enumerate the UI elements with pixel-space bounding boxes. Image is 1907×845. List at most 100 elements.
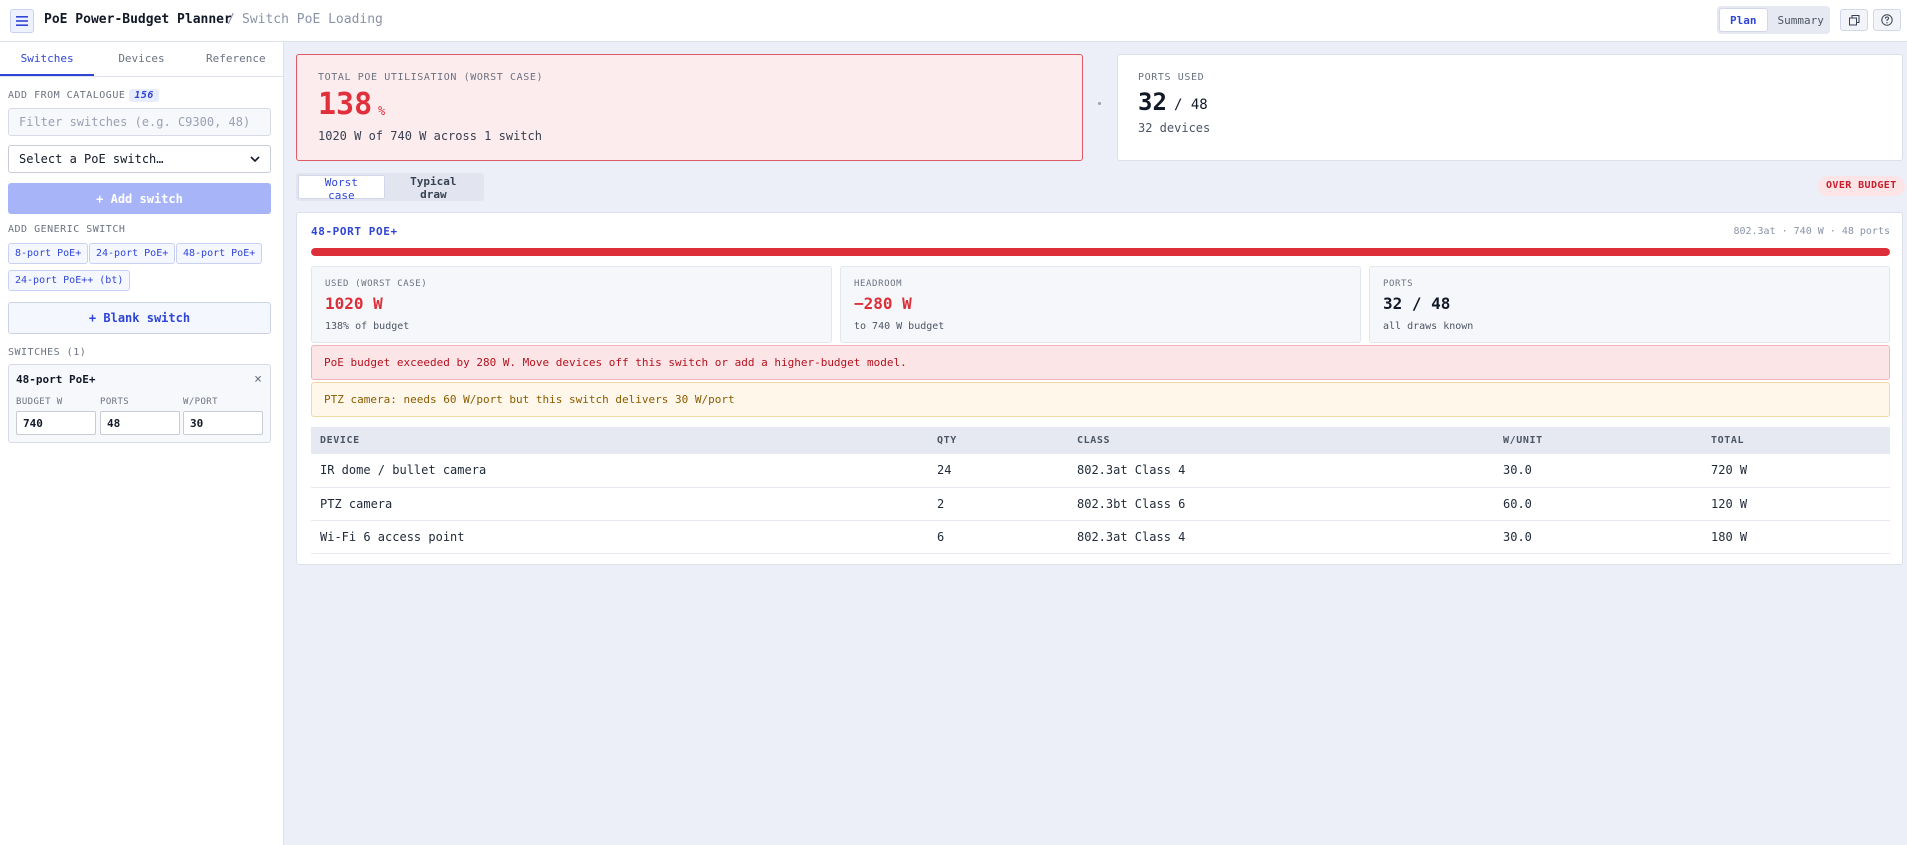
chevron-down-icon (250, 156, 260, 162)
switch-panel-title: 48-PORT POE+ (311, 225, 398, 238)
ports-used-card: PORTS USED 32 / 48 32 devices (1117, 54, 1903, 161)
divider-dot (1098, 102, 1101, 105)
add-switch-button[interactable]: + Add switch (8, 183, 271, 214)
headroom-stat-caption: HEADROOM (854, 279, 903, 289)
generic-switch-label: ADD GENERIC SWITCH (8, 224, 126, 235)
cell-total: 180 W (1702, 520, 1890, 554)
tab-devices[interactable]: Devices (94, 42, 188, 76)
header-w-unit[interactable]: W/UNIT (1494, 427, 1702, 454)
close-icon[interactable]: × (254, 372, 262, 387)
menu-button[interactable] (10, 9, 34, 33)
catalogue-label: ADD FROM CATALOGUE (8, 90, 126, 101)
utilisation-unit: % (378, 104, 386, 118)
copy-icon (1848, 14, 1859, 25)
generic-chip-24-port[interactable]: 24-port PoE+ (89, 243, 176, 264)
switch-select-value: Select a PoE switch… (19, 152, 164, 166)
headroom-stat-box: HEADROOM −280 W to 740 W budget (840, 266, 1361, 343)
ports-stat-caption: PORTS (1383, 279, 1414, 289)
breadcrumb-separator: / (227, 12, 235, 27)
help-icon (1881, 14, 1893, 26)
w-per-port-field-label: W/PORT (183, 397, 218, 407)
catalogue-section-label: ADD FROM CATALOGUE 156 (8, 89, 159, 102)
switch-card[interactable]: 48-port PoE+ × BUDGET W PORTS W/PORT (8, 364, 271, 443)
app-title: PoE Power-Budget Planner (44, 12, 232, 27)
utilisation-caption: TOTAL POE UTILISATION (WORST CASE) (318, 72, 544, 83)
ports-stat-value: 32 / 48 (1383, 294, 1451, 313)
ports-stat-sub: all draws known (1383, 321, 1474, 332)
plan-mode-button[interactable]: Plan (1719, 8, 1768, 32)
switch-filter-input[interactable] (8, 108, 271, 136)
summary-mode-button[interactable]: Summary (1768, 8, 1834, 32)
budget-field-label: BUDGET W (16, 397, 63, 407)
used-stat-sub: 138% of budget (325, 321, 410, 332)
utilisation-detail: 1020 W of 740 W across 1 switch (318, 129, 542, 143)
ptz-warning-alert: PTZ camera: needs 60 W/port but this swi… (311, 382, 1890, 417)
mode-switch: Plan Summary (1717, 6, 1830, 34)
ports-stat-box: PORTS 32 / 48 all draws known (1369, 266, 1890, 343)
cell-qty: 24 (928, 454, 1068, 488)
ports-caption: PORTS USED (1138, 72, 1205, 83)
table-row[interactable]: PTZ camera 2 802.3bt Class 6 60.0 120 W (311, 487, 1890, 521)
hamburger-icon (16, 16, 28, 26)
budget-error-alert: PoE budget exceeded by 280 W. Move devic… (311, 345, 1890, 380)
help-button[interactable] (1873, 9, 1901, 31)
typical-draw-view-button[interactable]: Typical draw (385, 175, 482, 201)
header-total[interactable]: TOTAL (1702, 427, 1890, 454)
table-header-row: DEVICE QTY CLASS W/UNIT TOTAL (311, 427, 1890, 454)
sidebar-tabs: Switches Devices Reference (0, 42, 283, 77)
cell-qty: 2 (928, 487, 1068, 521)
cell-w-unit: 30.0 (1494, 454, 1702, 488)
used-stat-value: 1020 W (325, 294, 383, 313)
ports-field[interactable] (100, 411, 180, 435)
catalogue-count-badge: 156 (129, 89, 159, 102)
budget-field[interactable] (16, 411, 96, 435)
cell-device: IR dome / bullet camera (311, 454, 928, 488)
ports-field-label: PORTS (100, 397, 130, 407)
status-badge: OVER BUDGET (1818, 176, 1905, 196)
tab-reference[interactable]: Reference (189, 42, 283, 76)
breadcrumb-page[interactable]: Switch PoE Loading (242, 12, 383, 27)
header-qty[interactable]: QTY (928, 427, 1068, 454)
ports-total-value: / 48 (1174, 97, 1208, 113)
table-row[interactable]: IR dome / bullet camera 24 802.3at Class… (311, 454, 1890, 488)
top-bar: PoE Power-Budget Planner / Switch PoE Lo… (0, 0, 1907, 42)
cell-w-unit: 60.0 (1494, 487, 1702, 521)
cell-device: PTZ camera (311, 487, 928, 521)
switch-panel-meta: 802.3at · 740 W · 48 ports (1733, 226, 1890, 237)
switch-select[interactable]: Select a PoE switch… (8, 145, 271, 173)
cell-qty: 6 (928, 520, 1068, 554)
cell-class: 802.3bt Class 6 (1068, 487, 1494, 521)
utilisation-card: TOTAL POE UTILISATION (WORST CASE) 138 %… (296, 54, 1083, 161)
switch-panel: 48-PORT POE+ 802.3at · 740 W · 48 ports … (296, 212, 1903, 565)
utilisation-bar (311, 248, 1890, 256)
ports-used-value: 32 (1138, 88, 1167, 116)
view-switch: Worst case Typical draw (296, 173, 484, 202)
w-per-port-field[interactable] (183, 411, 263, 435)
cell-device: Wi-Fi 6 access point (311, 520, 928, 554)
switches-list-label: SWITCHES (1) (8, 347, 87, 358)
used-stat-box: USED (WORST CASE) 1020 W 138% of budget (311, 266, 832, 343)
generic-chip-48-port[interactable]: 48-port PoE+ (176, 243, 263, 264)
cell-total: 720 W (1702, 454, 1890, 488)
generic-chip-24-port-bt[interactable]: 24-port PoE++ (bt) (8, 270, 131, 291)
cell-class: 802.3at Class 4 (1068, 520, 1494, 554)
generic-chip-8-port[interactable]: 8-port PoE+ (8, 243, 89, 264)
header-device[interactable]: DEVICE (311, 427, 928, 454)
utilisation-bar-fill (311, 248, 1890, 256)
cell-total: 120 W (1702, 487, 1890, 521)
headroom-stat-value: −280 W (854, 294, 912, 313)
table-row[interactable]: Wi-Fi 6 access point 6 802.3at Class 4 3… (311, 520, 1890, 554)
cell-w-unit: 30.0 (1494, 520, 1702, 554)
worst-case-view-button[interactable]: Worst case (298, 175, 385, 202)
device-table: DEVICE QTY CLASS W/UNIT TOTAL IR dome / … (311, 427, 1890, 554)
header-class[interactable]: CLASS (1068, 427, 1494, 454)
switch-card-name: 48-port PoE+ (16, 373, 96, 386)
tab-switches[interactable]: Switches (0, 42, 95, 76)
utilisation-value: 138 (318, 87, 373, 122)
cell-class: 802.3at Class 4 (1068, 454, 1494, 488)
blank-switch-button[interactable]: + Blank switch (8, 302, 271, 334)
used-stat-caption: USED (WORST CASE) (325, 279, 428, 289)
ports-detail: 32 devices (1138, 121, 1211, 135)
copy-button[interactable] (1840, 9, 1868, 31)
headroom-stat-sub: to 740 W budget (854, 321, 945, 332)
